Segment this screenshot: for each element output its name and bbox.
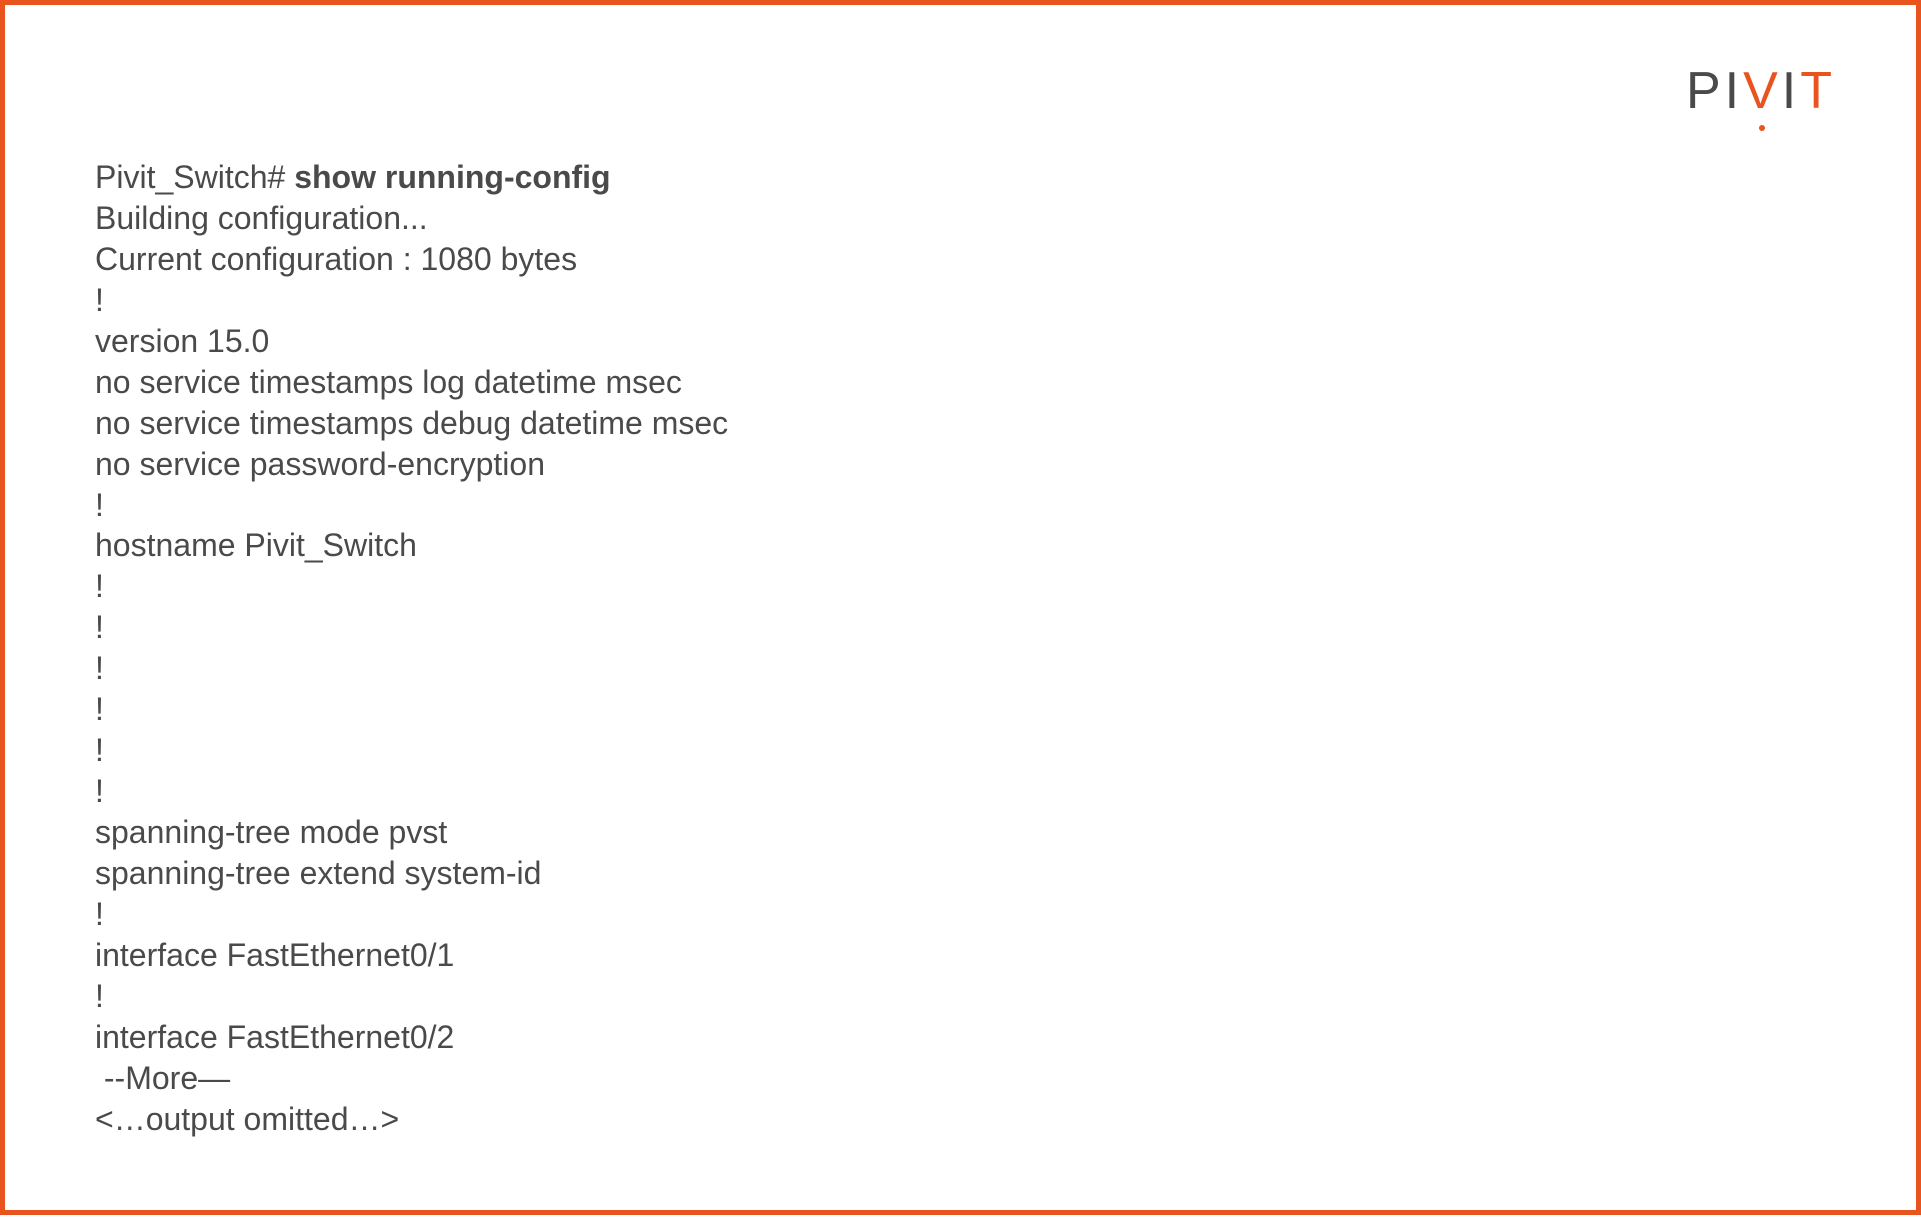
output-line: no service password-encryption bbox=[95, 444, 1846, 485]
shell-command: show running-config bbox=[294, 159, 610, 195]
output-line: ! bbox=[95, 607, 1846, 648]
logo-letter-t-accent: T bbox=[1800, 65, 1836, 117]
output-line: no service timestamps log datetime msec bbox=[95, 362, 1846, 403]
output-line: spanning-tree mode pvst bbox=[95, 812, 1846, 853]
output-line: ! bbox=[95, 280, 1846, 321]
logo-letter-v: V bbox=[1743, 62, 1782, 120]
pivit-logo: PIVIT bbox=[1686, 65, 1836, 117]
logo-letter-i1: I bbox=[1725, 65, 1743, 117]
output-line: ! bbox=[95, 894, 1846, 935]
terminal-frame: PIVIT Pivit_Switch# show running-configB… bbox=[0, 0, 1921, 1215]
more-prompt[interactable]: --More— bbox=[95, 1058, 1846, 1099]
output-line: ! bbox=[95, 566, 1846, 607]
output-line: <…output omitted…> bbox=[95, 1099, 1846, 1140]
output-line: interface FastEthernet0/1 bbox=[95, 935, 1846, 976]
output-line: ! bbox=[95, 730, 1846, 771]
output-line: ! bbox=[95, 771, 1846, 812]
output-line: interface FastEthernet0/2 bbox=[95, 1017, 1846, 1058]
output-line: version 15.0 bbox=[95, 321, 1846, 362]
logo-letter-p: P bbox=[1686, 65, 1725, 117]
output-line: hostname Pivit_Switch bbox=[95, 525, 1846, 566]
output-line: no service timestamps debug datetime mse… bbox=[95, 403, 1846, 444]
logo-dot-icon bbox=[1759, 125, 1765, 131]
output-line: ! bbox=[95, 485, 1846, 526]
output-line: ! bbox=[95, 648, 1846, 689]
terminal-output: Pivit_Switch# show running-configBuildin… bbox=[95, 75, 1846, 1222]
logo-letter-i2: I bbox=[1782, 65, 1800, 117]
logo-letter-v-accent: V bbox=[1743, 65, 1782, 117]
output-line: ! bbox=[95, 976, 1846, 1017]
shell-prompt: Pivit_Switch# bbox=[95, 159, 294, 195]
output-line: ! bbox=[95, 689, 1846, 730]
output-line: Building configuration... bbox=[95, 198, 1846, 239]
output-line: Current configuration : 1080 bytes bbox=[95, 239, 1846, 280]
output-line: spanning-tree extend system-id bbox=[95, 853, 1846, 894]
command-line: Pivit_Switch# show running-config bbox=[95, 157, 1846, 198]
